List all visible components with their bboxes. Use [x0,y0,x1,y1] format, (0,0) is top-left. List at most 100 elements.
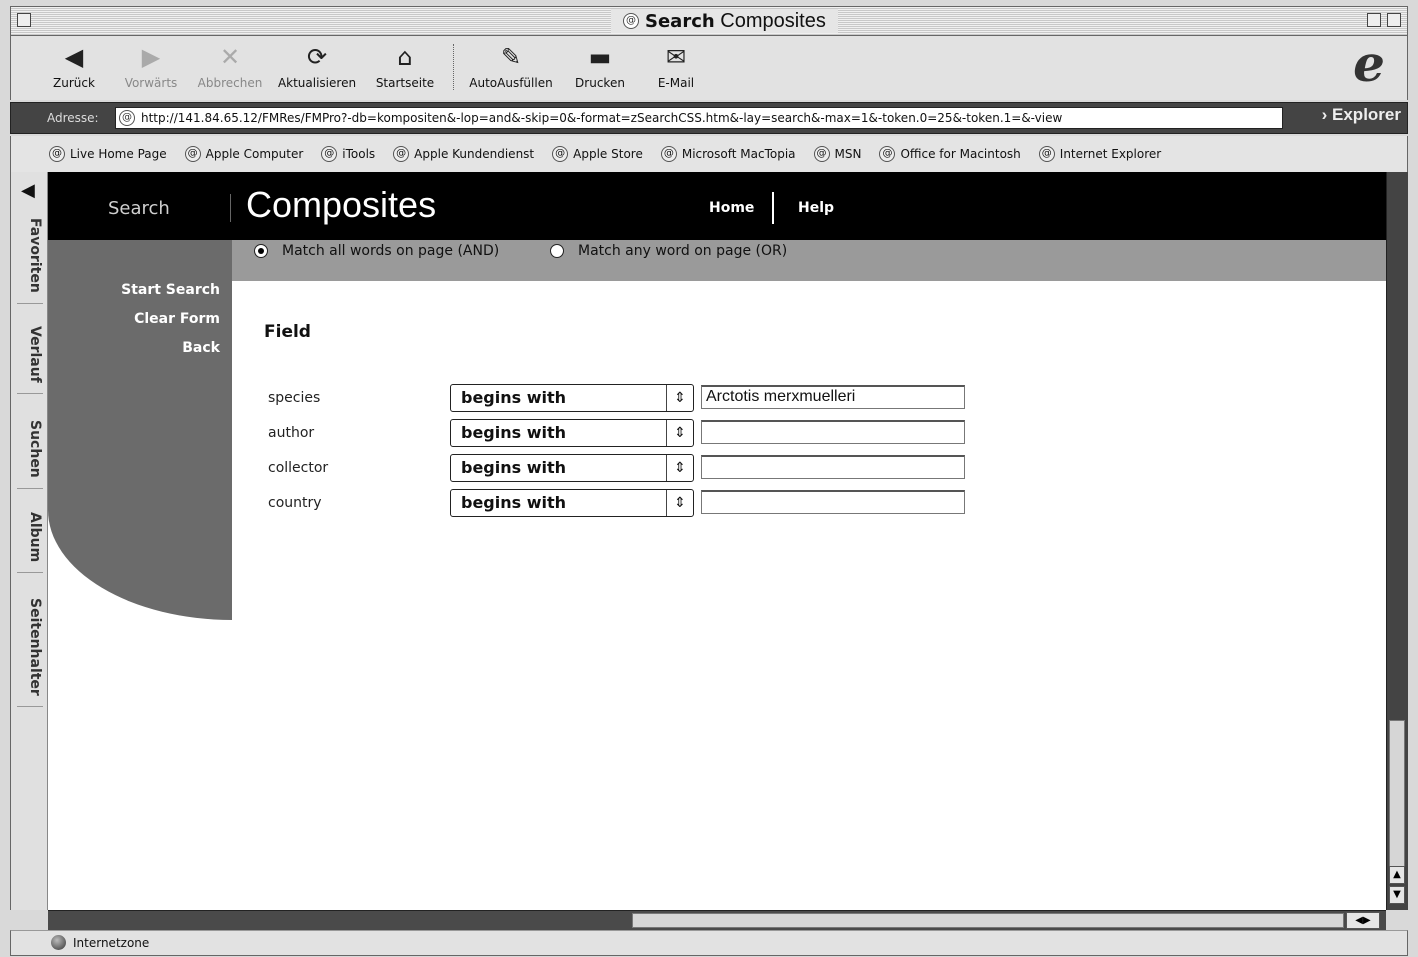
at-icon: @ [552,146,569,162]
favorite-label: MSN [834,147,862,161]
address-label: Adresse: [47,111,99,125]
printer-icon: ▬ [588,43,612,71]
country-input[interactable] [701,490,965,514]
window-title: @ Search Composites [611,9,838,33]
favorite-item[interactable]: @ MSN [813,146,862,162]
favorite-item[interactable]: @ Apple Store [552,146,643,162]
horizontal-scroll-thumb[interactable] [632,913,1344,928]
side-tab-album[interactable]: Album [17,512,43,574]
operator-select-species[interactable]: begins with ⇕ [450,384,694,412]
species-input[interactable]: Arctotis merxmuelleri [701,385,965,409]
forward-arrow-icon: ▶ [141,43,161,71]
back-link[interactable]: Back [182,340,220,356]
horizontal-scrollbar[interactable]: ◀▶ [48,910,1386,930]
favorite-item[interactable]: @ iTools [321,146,375,162]
side-tab-history[interactable]: Verlauf [17,326,43,394]
explorer-side-tabs: ◀ Favoriten Verlauf Suchen Album Seitenh… [10,172,48,910]
globe-icon [51,935,66,950]
page-at-icon: @ [623,13,639,29]
email-button[interactable]: ✉ E-Mail [651,42,701,90]
back-label: Zurück [53,76,95,90]
home-icon: ⌂ [397,43,413,71]
favorite-item[interactable]: @ Apple Kundendienst [393,146,534,162]
envelope-icon: ✉ [665,43,687,71]
autofill-pen-icon: ✎ [500,43,522,71]
select-arrows-icon: ⇕ [666,420,693,446]
browser-window: @ Search Composites ◀ Zurück ▶ Vorwärts … [0,0,1418,957]
forward-label: Vorwärts [124,76,178,90]
operator-select-country[interactable]: begins with ⇕ [450,489,694,517]
home-link[interactable]: Home [709,200,754,216]
collapse-box-icon[interactable] [1387,13,1401,27]
page-title: Composites [246,184,437,225]
close-box-icon[interactable] [17,13,31,27]
side-tab-search[interactable]: Suchen [17,420,43,489]
favorite-item[interactable]: @ Live Home Page [49,146,167,162]
favorite-label: iTools [342,147,376,161]
help-link[interactable]: Help [798,200,834,216]
favorite-label: Apple Kundendienst [414,147,535,161]
vertical-scrollbar[interactable]: ▲ ▼ [1386,172,1408,910]
field-label-country: country [268,495,322,511]
zoom-box-icon[interactable] [1367,13,1381,27]
page-at-icon: @ [119,110,135,126]
operator-select-collector[interactable]: begins with ⇕ [450,454,694,482]
radio-unselected-icon[interactable] [550,244,564,258]
clear-form-link[interactable]: Clear Form [134,311,220,327]
autofill-button[interactable]: ✎ AutoAusfüllen [465,42,557,90]
search-label: Search [108,198,170,219]
author-input[interactable] [701,420,965,444]
forward-button[interactable]: ▶ Vorwärts [117,42,185,90]
status-zone: Internetzone [73,936,150,950]
side-tab-page-holder[interactable]: Seitenhalter [17,598,43,707]
favorites-bar: @ Live Home Page @ Apple Computer @ iTools … [10,136,1408,172]
operator-select-author[interactable]: begins with ⇕ [450,419,694,447]
favorite-item[interactable]: @ Office for Macintosh [879,146,1021,162]
explorer-button[interactable]: › Explorer [1322,105,1401,125]
internet-explorer-logo-icon: e [1353,34,1385,93]
scroll-left-right-arrows-icon[interactable]: ◀▶ [1346,912,1380,929]
match-any-option[interactable]: Match any word on page (OR) [550,243,787,259]
header-divider [230,194,231,222]
radio-selected-icon[interactable] [254,244,268,258]
vertical-scroll-thumb[interactable] [1389,720,1405,868]
scroll-down-arrow-icon[interactable]: ▼ [1389,886,1405,904]
page-content: Search Composites Home Help Match all wo… [48,172,1386,910]
toolbar: ◀ Zurück ▶ Vorwärts ✕ Abbrechen ⟳ Aktual… [10,36,1408,100]
select-arrows-icon: ⇕ [666,490,693,516]
nav-separator [772,192,774,224]
scroll-up-arrow-icon[interactable]: ▲ [1389,866,1405,884]
favorite-label: Apple Store [573,147,643,161]
address-field[interactable]: @ http://141.84.65.12/FMRes/FMPro?-db=ko… [115,107,1283,129]
at-icon: @ [321,146,338,162]
collector-input[interactable] [701,455,965,479]
stop-x-icon: ✕ [219,43,241,71]
field-label-species: species [268,390,321,406]
favorite-label: Internet Explorer [1059,147,1162,161]
match-all-option[interactable]: Match all words on page (AND) [254,243,499,259]
at-icon: @ [49,146,65,162]
print-button[interactable]: ▬ Drucken [571,42,629,90]
home-button[interactable]: ⌂ Startseite [371,42,439,90]
home-label: Startseite [375,76,435,90]
side-tab-favorites[interactable]: Favoriten [17,218,43,304]
match-any-label: Match any word on page (OR) [578,243,788,259]
stop-button[interactable]: ✕ Abbrechen [197,42,263,90]
favorite-label: Microsoft MacTopia [681,147,796,161]
favorite-item[interactable]: @ Apple Computer [184,146,303,162]
window-title-bold: Search [645,10,715,32]
favorite-item[interactable]: @ Microsoft MacTopia [660,146,796,162]
sidebar-grip-icon[interactable]: ◀ [21,180,35,201]
email-label: E-Mail [657,76,695,90]
field-label-author: author [268,425,315,441]
at-icon: @ [184,146,201,162]
back-arrow-icon: ◀ [64,43,84,71]
at-icon: @ [879,146,896,162]
window-title-rest: Composites [720,9,826,32]
refresh-button[interactable]: ⟳ Aktualisieren [275,42,359,90]
favorite-item[interactable]: @ Internet Explorer [1038,146,1162,162]
field-label-collector: collector [268,460,329,476]
back-button[interactable]: ◀ Zurück [51,42,97,90]
toolbar-separator [453,44,454,90]
start-search-link[interactable]: Start Search [121,282,220,298]
